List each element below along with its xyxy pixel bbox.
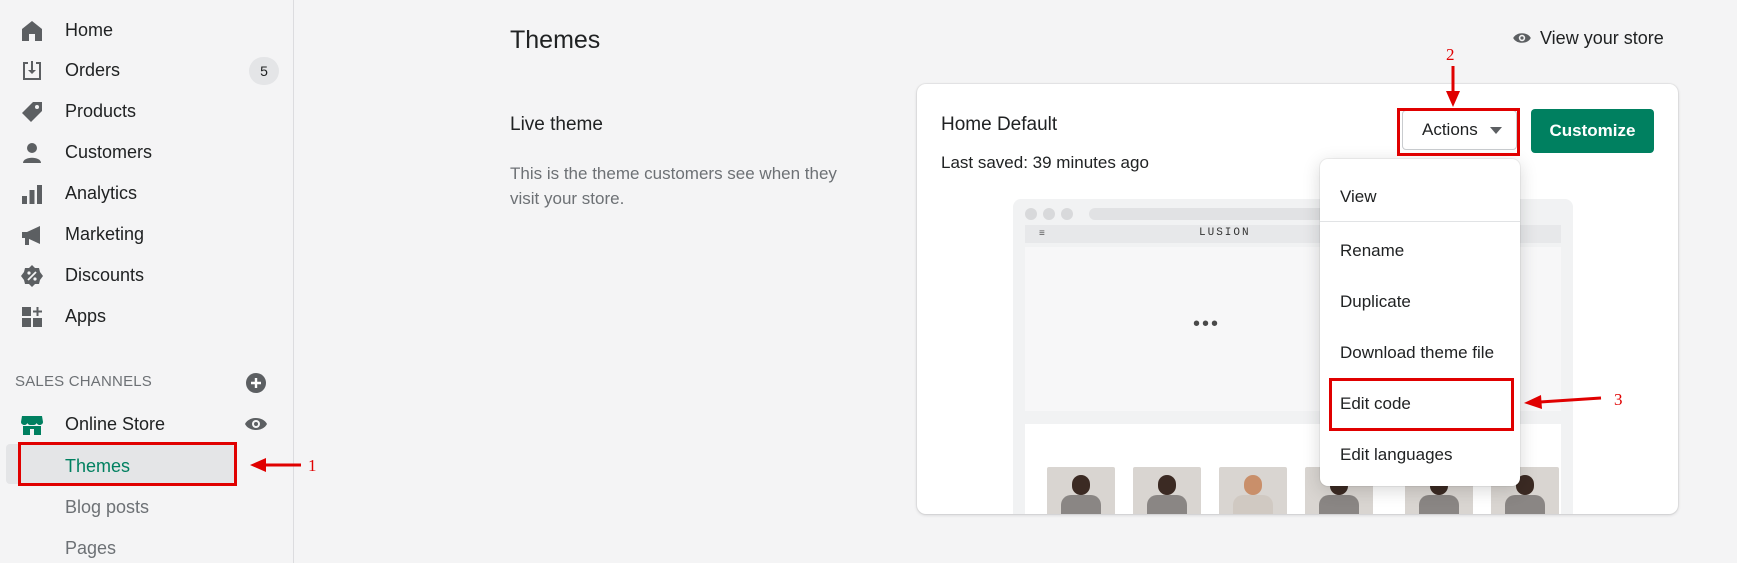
annotation-arrows [250,66,1602,472]
annotation-arrowhead-1 [250,458,266,472]
annotation-arrow-3 [1539,396,1602,404]
annotation-number-2: 2 [1446,45,1455,64]
annotation-arrowhead-3 [1524,395,1542,409]
annotation-number-1: 1 [308,456,317,475]
annotation-arrowhead-2 [1446,91,1460,107]
annotation-number-3: 3 [1614,390,1623,409]
